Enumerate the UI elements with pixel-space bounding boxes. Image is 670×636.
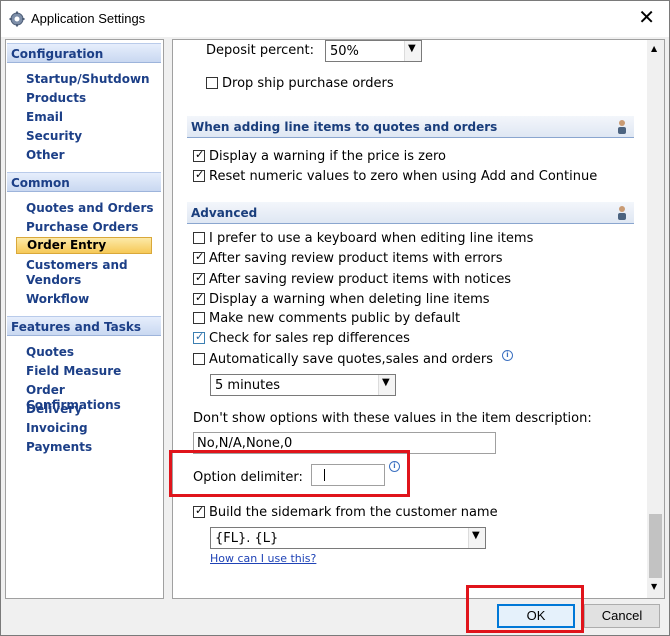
deposit-percent-value: 50% <box>330 44 359 59</box>
sidebar-header-features-and-tasks[interactable]: Features and Tasks <box>7 316 161 336</box>
chevron-down-icon[interactable]: ▼ <box>404 41 421 61</box>
scroll-down-icon[interactable]: ▼ <box>651 582 657 591</box>
option-checkbox[interactable] <box>193 232 205 244</box>
hide-options-label: Don't show options with these values in … <box>193 411 592 426</box>
sidemark-label: Build the sidemark from the customer nam… <box>209 505 498 520</box>
option-checkbox[interactable]: ✓ <box>193 148 205 162</box>
deposit-percent-label: Deposit percent: <box>206 43 314 58</box>
user-icon <box>618 120 626 134</box>
sidebar-item-purchase-orders[interactable]: Purchase Orders <box>26 220 138 235</box>
section-title: When adding line items to quotes and ord… <box>191 120 498 134</box>
sidebar-item-workflow[interactable]: Workflow <box>26 292 89 307</box>
option-checkbox[interactable] <box>193 353 205 365</box>
option-label: Reset numeric values to zero when using … <box>209 169 598 184</box>
section-header-advanced: Advanced <box>187 202 634 224</box>
option-label: I prefer to use a keyboard when editing … <box>209 231 534 246</box>
ok-button[interactable]: OK <box>497 604 575 628</box>
option-checkbox[interactable]: ✓ <box>193 250 205 264</box>
sidemark-checkbox[interactable]: ✓ <box>193 504 205 518</box>
sidebar-header-common[interactable]: Common <box>7 172 161 192</box>
sidebar-item-customers-and-vendors[interactable]: Customers and Vendors <box>26 258 128 288</box>
sidebar-item-startup-shutdown[interactable]: Startup/Shutdown <box>26 72 150 87</box>
sidebar-item-order-entry[interactable]: Order Entry <box>16 237 152 254</box>
sidebar-item-other[interactable]: Other <box>26 148 65 163</box>
drop-ship-checkbox[interactable] <box>206 77 218 89</box>
sidebar-item-invoicing[interactable]: Invoicing <box>26 421 88 436</box>
sidebar-item-security[interactable]: Security <box>26 129 82 144</box>
option-label: Check for sales rep differences <box>209 331 410 346</box>
sidebar-item-products[interactable]: Products <box>26 91 86 106</box>
option-label: Display a warning if the price is zero <box>209 149 446 164</box>
user-icon <box>618 206 626 220</box>
drop-ship-label: Drop ship purchase orders <box>222 76 394 91</box>
vertical-scrollbar[interactable]: ▲ ▼ <box>647 40 664 598</box>
autosave-interval-value: 5 minutes <box>215 378 281 393</box>
sidebar-header-configuration[interactable]: Configuration <box>7 43 161 63</box>
sidebar-item-payments[interactable]: Payments <box>26 440 92 455</box>
option-label: Make new comments public by default <box>209 311 461 326</box>
sidemark-format-select[interactable]: {FL}. {L} ▼ <box>210 527 486 549</box>
title-bar[interactable]: Application Settings ✕ <box>1 1 669 37</box>
chevron-down-icon[interactable]: ▼ <box>468 528 485 548</box>
application-settings-window: Application Settings ✕ Configuration Sta… <box>0 0 670 636</box>
sidemark-format-value: {FL}. {L} <box>215 531 279 546</box>
sidebar-item-label-line2: Vendors <box>26 273 82 287</box>
close-icon[interactable]: ✕ <box>638 7 655 27</box>
option-label: Automatically save quotes,sales and orde… <box>209 352 493 367</box>
sidebar-item-label-line1: Customers and <box>26 258 128 272</box>
help-link[interactable]: How can I use this? <box>210 552 316 565</box>
option-checkbox[interactable]: ✓ <box>193 168 205 182</box>
info-icon[interactable]: i <box>502 350 513 361</box>
cancel-button[interactable]: Cancel <box>584 604 660 628</box>
option-checkbox[interactable] <box>193 312 205 324</box>
settings-panel: Deposit percent: 50% ▼ Drop ship purchas… <box>172 39 665 599</box>
sidebar: Configuration Startup/Shutdown Products … <box>5 39 164 599</box>
sidebar-item-quotes-and-orders[interactable]: Quotes and Orders <box>26 201 154 216</box>
scroll-up-icon[interactable]: ▲ <box>651 44 657 53</box>
option-label: After saving review product items with n… <box>209 272 512 287</box>
section-header-line-items: When adding line items to quotes and ord… <box>187 116 634 138</box>
hide-options-value: No,N/A,None,0 <box>197 436 293 451</box>
chevron-down-icon[interactable]: ▼ <box>378 375 395 395</box>
highlight-option-delimiter <box>169 450 410 497</box>
gear-icon <box>9 11 25 27</box>
option-checkbox[interactable]: ✓ <box>193 330 205 344</box>
section-title: Advanced <box>191 206 258 220</box>
window-title: Application Settings <box>31 11 146 26</box>
option-checkbox[interactable]: ✓ <box>193 291 205 305</box>
sidebar-item-quotes[interactable]: Quotes <box>26 345 74 360</box>
option-label: Display a warning when deleting line ite… <box>209 292 490 307</box>
sidebar-item-delivery[interactable]: Delivery <box>26 402 82 417</box>
autosave-interval-select[interactable]: 5 minutes ▼ <box>210 374 396 396</box>
deposit-percent-select[interactable]: 50% ▼ <box>325 40 422 62</box>
sidebar-item-field-measure[interactable]: Field Measure <box>26 364 121 379</box>
sidebar-item-email[interactable]: Email <box>26 110 63 125</box>
option-label: After saving review product items with e… <box>209 251 503 266</box>
option-checkbox[interactable]: ✓ <box>193 271 205 285</box>
scrollbar-thumb[interactable] <box>649 514 662 578</box>
